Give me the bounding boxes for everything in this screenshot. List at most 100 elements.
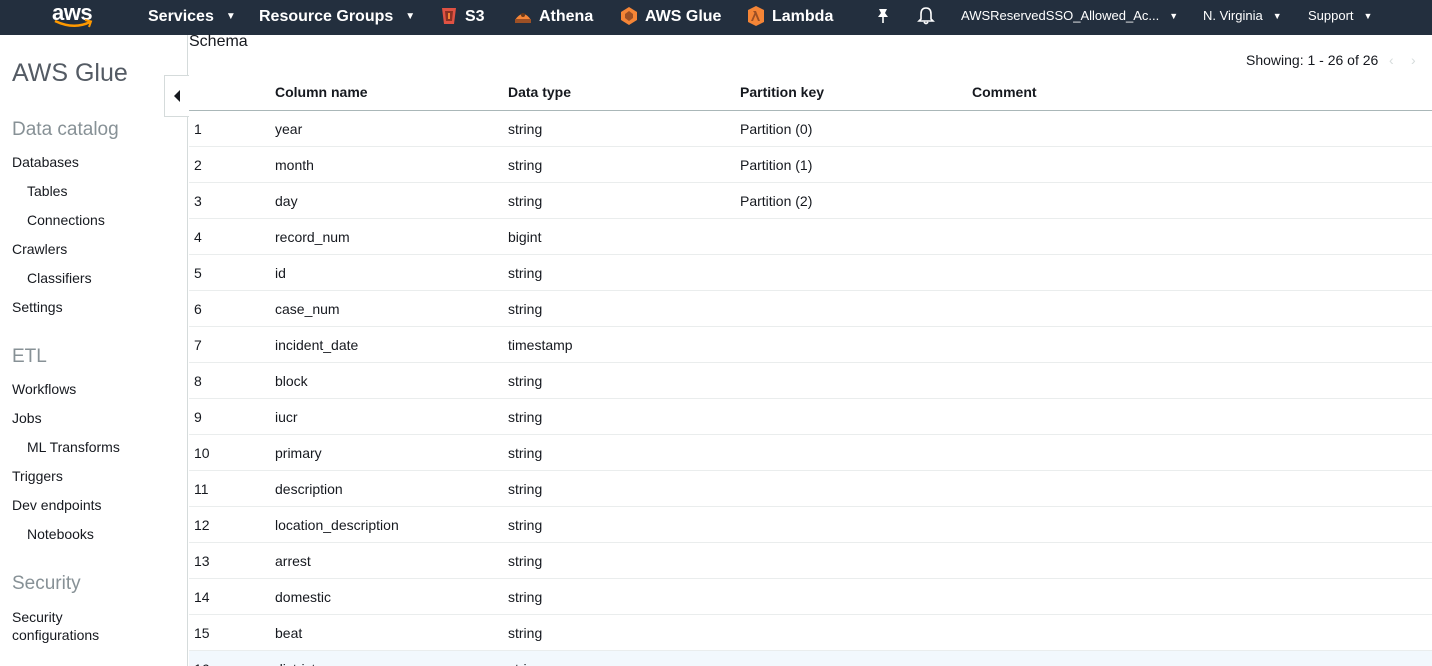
sidebar-item-databases[interactable]: Databases (12, 154, 79, 170)
sidebar-item-tables[interactable]: Tables (27, 183, 67, 199)
chevron-down-icon: ▼ (1272, 11, 1282, 21)
column-name-cell: arrest (275, 553, 311, 569)
data-type-cell: string (508, 265, 543, 281)
table-body: 1 year string Partition (0) 2 month string Part… (189, 111, 1432, 666)
header-partition-key[interactable]: Partition key (740, 84, 824, 100)
table-row[interactable]: 3 day string Partition (2) (189, 183, 1432, 219)
partition-key-cell: Partition (1) (740, 157, 813, 173)
sidebar-item-ml-transforms[interactable]: ML Transforms (27, 439, 120, 455)
table-row[interactable]: 4 record_num bigint (189, 219, 1432, 255)
data-type-cell: string (508, 301, 543, 317)
data-type-cell: string (508, 373, 543, 389)
data-type-cell: string (508, 625, 543, 641)
column-name-cell: district (275, 661, 315, 666)
data-type-cell: string (508, 553, 543, 569)
data-type-cell: string (508, 517, 543, 533)
column-name-cell: day (275, 193, 298, 209)
column-name-cell: case_num (275, 301, 340, 317)
resource-groups-menu[interactable]: Resource Groups ▼ (259, 0, 415, 35)
column-name-cell: record_num (275, 229, 350, 245)
pin-icon[interactable] (873, 6, 893, 26)
column-name-cell: year (275, 121, 303, 137)
sidebar-section-security: Security (12, 573, 81, 594)
sidebar-item-settings[interactable]: Settings (12, 299, 63, 315)
table-row[interactable]: 14 domestic string (189, 579, 1432, 615)
account-menu[interactable]: AWSReservedSSO_Allowed_Ac... ▼ (961, 0, 1178, 35)
schema-title: Schema (189, 33, 248, 50)
s3-icon (442, 8, 456, 24)
sidebar-item-classifiers[interactable]: Classifiers (27, 270, 92, 286)
region-menu[interactable]: N. Virginia ▼ (1203, 0, 1282, 35)
chevron-down-icon: ▼ (1169, 11, 1179, 21)
athena-shortcut[interactable]: Athena (513, 0, 593, 35)
previous-page-button[interactable]: ‹ (1389, 52, 1394, 68)
aws-glue-shortcut[interactable]: AWS Glue (619, 0, 722, 35)
sidebar-item-jobs[interactable]: Jobs (12, 410, 42, 426)
column-name-cell: block (275, 373, 308, 389)
services-label: Services (148, 8, 214, 25)
row-number: 8 (194, 373, 202, 389)
table-row[interactable]: 16 district string (189, 651, 1432, 666)
table-row[interactable]: 5 id string (189, 255, 1432, 291)
partition-key-cell: Partition (0) (740, 121, 813, 137)
account-label: AWSReservedSSO_Allowed_Ac... (961, 8, 1160, 23)
row-number: 9 (194, 409, 202, 425)
security-configurations-line2: configurations (12, 627, 100, 643)
table-row[interactable]: 13 arrest string (189, 543, 1432, 579)
column-name-cell: id (275, 265, 286, 281)
glue-label: AWS Glue (645, 8, 722, 25)
table-row[interactable]: 11 description string (189, 471, 1432, 507)
aws-smile-icon (54, 19, 93, 28)
sidebar-item-crawlers[interactable]: Crawlers (12, 241, 67, 257)
collapse-sidebar-button[interactable] (164, 75, 189, 117)
row-number: 3 (194, 193, 202, 209)
sidebar-item-dev-endpoints[interactable]: Dev endpoints (12, 497, 102, 513)
table-row[interactable]: 1 year string Partition (0) (189, 111, 1432, 147)
table-header-row: Column name Data type Partition key Comm… (189, 75, 1432, 111)
table-row[interactable]: 10 primary string (189, 435, 1432, 471)
s3-shortcut[interactable]: S3 (439, 0, 489, 35)
caret-left-icon (174, 90, 180, 102)
row-number: 1 (194, 121, 202, 137)
pagination-status: Showing: 1 - 26 of 26 (1246, 52, 1379, 68)
aws-logo[interactable]: aws (52, 0, 96, 32)
chevron-down-icon: ▼ (405, 11, 416, 22)
sidebar-title[interactable]: AWS Glue (12, 59, 128, 88)
sidebar-item-triggers[interactable]: Triggers (12, 468, 63, 484)
s3-label: S3 (465, 8, 485, 25)
table-row[interactable]: 6 case_num string (189, 291, 1432, 327)
table-row[interactable]: 9 iucr string (189, 399, 1432, 435)
column-name-cell: iucr (275, 409, 298, 425)
column-name-cell: location_description (275, 517, 399, 533)
lambda-icon (748, 6, 764, 26)
table-row[interactable]: 2 month string Partition (1) (189, 147, 1432, 183)
header-comment[interactable]: Comment (972, 84, 1037, 100)
table-row[interactable]: 12 location_description string (189, 507, 1432, 543)
header-column-name[interactable]: Column name (275, 84, 368, 100)
data-type-cell: string (508, 121, 543, 137)
lambda-shortcut[interactable]: Lambda (746, 0, 836, 35)
table-row[interactable]: 8 block string (189, 363, 1432, 399)
row-number: 6 (194, 301, 202, 317)
support-menu[interactable]: Support ▼ (1308, 0, 1372, 35)
athena-label: Athena (539, 8, 594, 25)
table-row[interactable]: 7 incident_date timestamp (189, 327, 1432, 363)
sidebar-item-connections[interactable]: Connections (27, 212, 105, 228)
header-data-type[interactable]: Data type (508, 84, 571, 100)
column-name-cell: incident_date (275, 337, 359, 353)
next-page-button[interactable]: › (1411, 52, 1416, 68)
lambda-label: Lambda (772, 8, 834, 25)
data-type-cell: string (508, 589, 543, 605)
bell-icon[interactable] (916, 6, 936, 26)
sidebar-section-etl: ETL (12, 346, 47, 367)
sidebar-item-workflows[interactable]: Workflows (12, 381, 76, 397)
table-row[interactable]: 15 beat string (189, 615, 1432, 651)
column-name-cell: domestic (275, 589, 332, 605)
data-type-cell: string (508, 445, 543, 461)
row-number: 12 (194, 517, 210, 533)
data-type-cell: string (508, 481, 543, 497)
sidebar-item-notebooks[interactable]: Notebooks (27, 526, 94, 542)
column-name-cell: month (275, 157, 314, 173)
sidebar-item-security-configurations[interactable]: Security configurations (12, 608, 99, 644)
services-menu[interactable]: Services ▼ (148, 0, 236, 35)
